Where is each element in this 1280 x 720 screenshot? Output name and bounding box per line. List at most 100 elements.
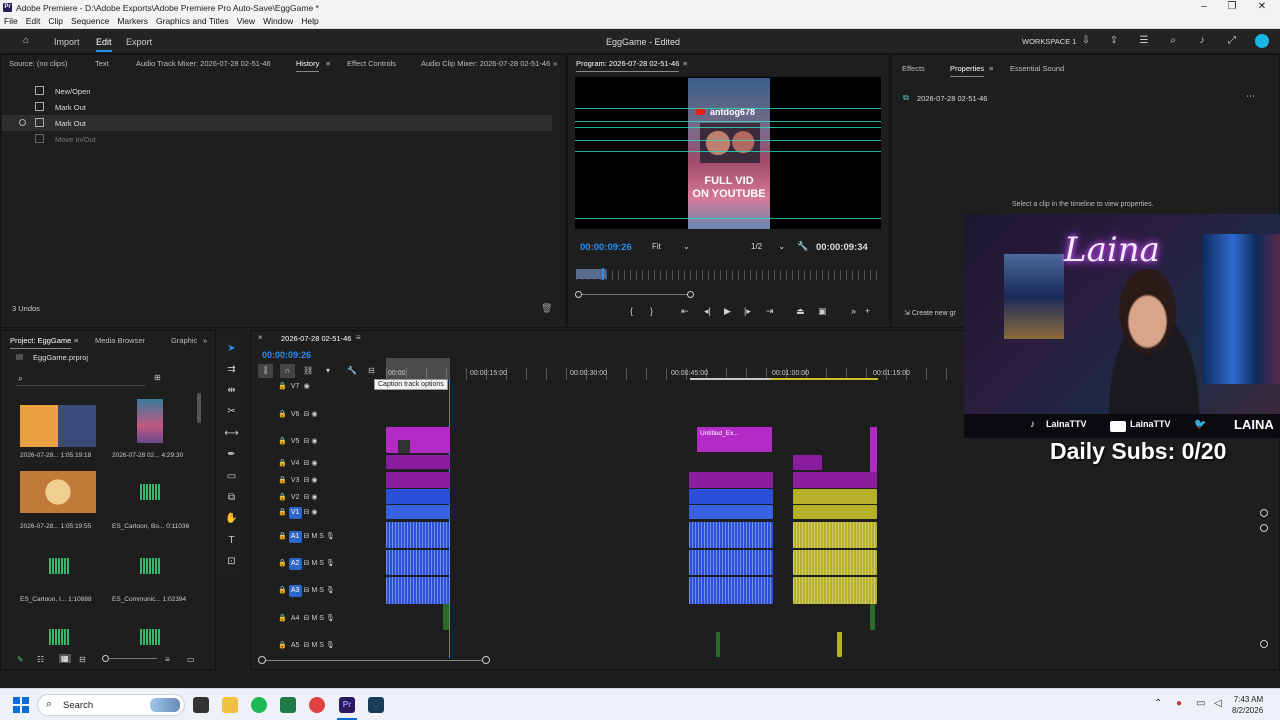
more-controls-icon[interactable]: » <box>851 306 856 316</box>
video-clip-v3[interactable] <box>386 472 450 488</box>
trash-icon[interactable]: 🗑 <box>541 303 552 314</box>
audio-waveform-icon[interactable] <box>140 629 160 645</box>
video-clip-v4[interactable] <box>793 455 822 470</box>
project-scrollbar[interactable] <box>197 393 201 423</box>
rectangle-tool-icon[interactable]: ▭ <box>224 469 239 484</box>
quick-export-icon[interactable]: ☰ <box>1138 35 1150 47</box>
panel-menu-icon[interactable]: ≡ <box>74 336 78 345</box>
menu-clip[interactable]: Clip <box>44 15 67 26</box>
mark-in-icon[interactable]: { <box>630 306 633 316</box>
timeline-scrollbar[interactable] <box>262 660 486 661</box>
history-item[interactable]: Mark Out <box>2 99 552 115</box>
panel-menu-icon[interactable]: ≡ <box>989 64 993 73</box>
audio-clip-a1[interactable] <box>386 522 450 548</box>
taskbar-search[interactable]: ⌕ Search <box>37 694 185 716</box>
video-clip-v1[interactable] <box>689 505 773 519</box>
search-icon[interactable]: ⌕ <box>1167 35 1179 47</box>
timeline-playhead[interactable] <box>449 380 450 658</box>
caption-track-options-icon[interactable]: ⊟ <box>368 366 375 375</box>
slip-tool-icon[interactable]: ⟷ <box>224 426 239 441</box>
audio-clip-a4[interactable] <box>443 604 449 630</box>
history-item[interactable]: New/Open <box>2 83 552 99</box>
sort-icon[interactable]: ≡ <box>165 655 170 664</box>
video-clip-v3[interactable] <box>793 472 877 488</box>
play-icon[interactable]: ▶ <box>724 306 731 317</box>
track-height-handle[interactable] <box>1260 640 1268 648</box>
menu-view[interactable]: View <box>233 15 259 26</box>
more-tabs-icon[interactable]: » <box>553 59 557 68</box>
tab-program[interactable]: Program: 2026-07-28 02-51-46 <box>576 59 680 72</box>
panel-menu-icon[interactable]: ≡ <box>683 59 687 68</box>
list-view-icon[interactable]: ☷ <box>37 655 44 664</box>
nav-import[interactable]: Import <box>54 37 80 47</box>
video-clip-v2[interactable] <box>793 489 877 504</box>
audio-clip-a4[interactable] <box>870 604 875 630</box>
panel-menu-icon[interactable]: ≡ <box>326 59 330 68</box>
selection-tool-icon[interactable]: ➤ <box>224 341 239 356</box>
razor-tool-icon[interactable]: ✂ <box>224 404 239 419</box>
maximize-icon[interactable]: ❐ <box>1220 1 1244 12</box>
video-clip-v5[interactable] <box>386 427 450 453</box>
type-tool-icon[interactable]: T <box>224 533 239 548</box>
tab-source[interactable]: Source: (no clips) <box>9 59 67 68</box>
tab-sequence[interactable]: 2026-07-28 02-51-46 <box>281 334 351 343</box>
taskbar-clock[interactable]: 7:43 AM 8/2/2026 <box>1232 694 1263 716</box>
audio-clip-a2[interactable] <box>386 550 450 575</box>
tab-effects[interactable]: Effects <box>902 64 925 73</box>
add-button-icon[interactable]: + <box>865 306 870 316</box>
create-new-graphic-button[interactable]: ⇲ Create new gr <box>904 309 956 317</box>
menu-file[interactable]: File <box>0 15 22 26</box>
remix-tool-icon[interactable]: ⧉ <box>224 490 239 505</box>
menu-graphics[interactable]: Graphics and Titles <box>152 15 233 26</box>
add-marker-icon[interactable]: ▾ <box>326 366 330 375</box>
audio-clip-a5[interactable] <box>837 632 842 657</box>
icon-view-icon[interactable]: ▦ <box>59 654 71 663</box>
clip-thumbnail[interactable] <box>137 399 163 443</box>
step-forward-icon[interactable]: |▸ <box>744 306 751 317</box>
hand-tool-icon[interactable]: ✋ <box>224 511 239 526</box>
tab-project[interactable]: Project: EggGame <box>10 336 72 349</box>
freeform-view-icon[interactable]: ⊟ <box>79 655 86 664</box>
history-item-selected[interactable]: Mark Out <box>2 115 552 131</box>
audio-clip-a3[interactable] <box>689 577 773 604</box>
video-clip-v1[interactable] <box>386 505 450 519</box>
monitor-playhead[interactable] <box>602 268 604 280</box>
track-height-handle[interactable] <box>1260 509 1268 517</box>
tab-properties[interactable]: Properties <box>950 64 985 77</box>
audio-clip-a3[interactable] <box>793 577 877 604</box>
volume-icon[interactable]: ♪ <box>1196 35 1208 47</box>
timeline-scroll-handle-left[interactable] <box>258 656 266 664</box>
video-clip-v4[interactable] <box>386 455 450 469</box>
menu-help[interactable]: Help <box>297 15 322 26</box>
video-clip-v1[interactable] <box>793 505 877 519</box>
zoom-scrollbar[interactable] <box>578 294 691 295</box>
insert-nest-icon[interactable]: ⫿ <box>258 364 273 378</box>
tab-text[interactable]: Text <box>95 59 109 68</box>
microphone-icon[interactable]: ● <box>1176 698 1182 709</box>
tab-effect-controls[interactable]: Effect Controls <box>347 59 396 68</box>
monitor-ruler[interactable] <box>576 270 880 280</box>
wrench-icon[interactable]: 🔧 <box>797 241 808 252</box>
tab-audio-clip-mixer[interactable]: Audio Clip Mixer: 2026-07-28 02-51-46 <box>421 59 550 68</box>
mark-out-icon[interactable]: } <box>650 306 653 316</box>
tab-history[interactable]: History <box>296 59 320 72</box>
audio-waveform-icon[interactable] <box>140 558 160 574</box>
step-back-icon[interactable]: ◂| <box>704 306 711 317</box>
zoom-handle-right[interactable] <box>687 291 694 298</box>
panel-menu-icon[interactable]: ≡ <box>356 333 361 342</box>
nav-export[interactable]: Export <box>126 37 152 47</box>
tab-essential-sound[interactable]: Essential Sound <box>1010 64 1064 73</box>
audio-waveform-icon[interactable] <box>49 629 69 645</box>
caption-tool-icon[interactable]: ⊡ <box>224 554 239 569</box>
avatar[interactable] <box>1255 34 1269 48</box>
pencil-icon[interactable]: ✎ <box>17 655 24 664</box>
fullscreen-icon[interactable]: ⤢ <box>1226 35 1238 47</box>
audio-clip-a1[interactable] <box>689 522 773 548</box>
linked-selection-icon[interactable]: ⛓ <box>303 366 313 375</box>
task-view-icon[interactable] <box>193 697 209 713</box>
snap-icon[interactable]: ∩ <box>280 364 295 378</box>
tray-overflow-icon[interactable]: ⌃ <box>1154 698 1162 709</box>
share-icon[interactable]: ⇪ <box>1108 35 1120 47</box>
automate-icon[interactable]: ▭ <box>187 655 195 664</box>
audio-clip-a3[interactable] <box>386 577 450 604</box>
